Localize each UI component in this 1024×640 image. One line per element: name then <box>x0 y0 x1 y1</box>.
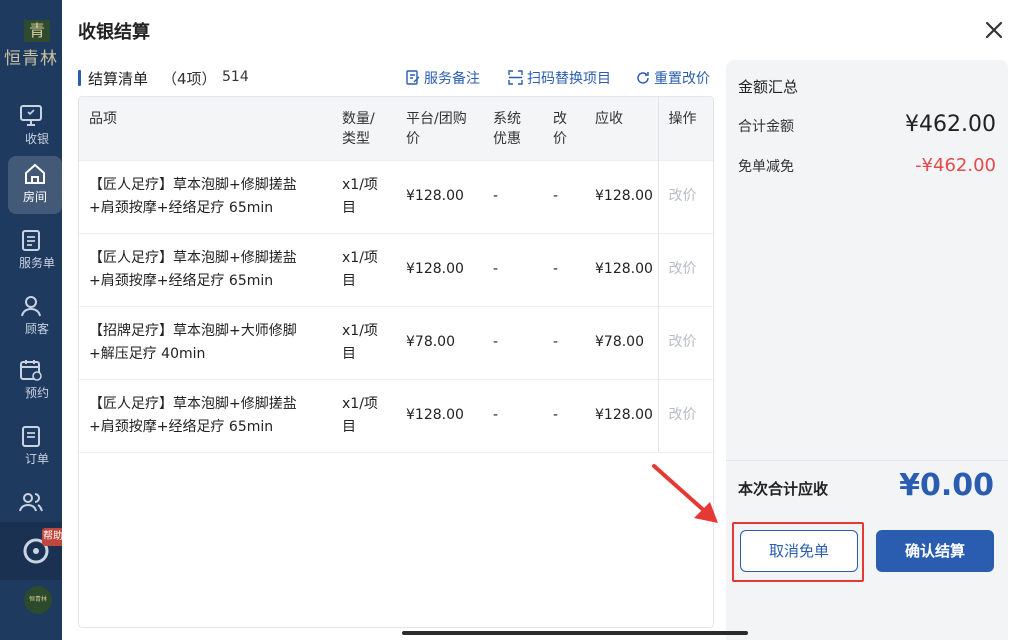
item-name: 【匠人足疗】草本泡脚+修脚搓盐+肩颈按摩+经络足疗 65min <box>79 378 332 453</box>
monitor-icon <box>20 105 42 126</box>
item-receivable: ¥128.00 <box>585 159 658 233</box>
home-indicator <box>402 631 748 635</box>
item-qty: x1/项目 <box>332 159 396 233</box>
app-sidebar: 青 恒青林 收银 房间 服务单 顾客 预约 订单 帮助 恒青林 <box>0 0 64 640</box>
column-header-operation: 操作 <box>657 97 713 160</box>
column-header-system-discount: 系统优惠 <box>483 97 543 160</box>
scan-icon <box>508 70 523 85</box>
amount-due-label: 本次合计应收 <box>738 480 829 498</box>
summary-divider <box>726 460 1008 461</box>
table-row: 【匠人足疗】草本泡脚+修脚搓盐+肩颈按摩+经络足疗 65min x1/项目 ¥1… <box>79 159 713 233</box>
item-system-discount: - <box>483 159 543 233</box>
sidebar-item-label: 服务单 <box>18 256 55 270</box>
table-row: 【匠人足疗】草本泡脚+修脚搓盐+肩颈按摩+经络足疗 65min x1/项目 ¥1… <box>79 378 713 453</box>
item-receivable: ¥128.00 <box>585 232 658 306</box>
modal-title: 收银结算 <box>78 22 150 43</box>
sidebar-item-label: 收银 <box>24 132 49 146</box>
item-adjust: - <box>543 232 585 306</box>
amount-summary-panel: 金额汇总 合计金额 ¥462.00 免单减免 -¥462.00 本次合计应收 ¥… <box>726 60 1008 640</box>
settlement-list-title: 结算清单 <box>88 70 149 88</box>
item-platform-price: ¥128.00 <box>396 159 483 233</box>
settlement-list-header: 结算清单 （4项） 514 服务备注 扫码替换项目 重置改价 <box>78 68 714 88</box>
brand-logo-text: 恒青林 <box>4 49 58 69</box>
item-adjust: - <box>543 159 585 233</box>
sidebar-item-service-orders[interactable]: 服务单 <box>0 222 62 282</box>
column-header-qty-type: 数量/类型 <box>332 97 396 160</box>
sidebar-item-label: 订单 <box>24 452 49 466</box>
calendar-clock-icon <box>20 360 42 381</box>
cancel-waive-button[interactable]: 取消免单 <box>740 530 858 572</box>
close-button[interactable] <box>980 16 1008 44</box>
avatar[interactable]: 恒青林 <box>24 586 52 614</box>
adjust-price-link[interactable]: 改价 <box>657 378 713 453</box>
clipboard-icon <box>22 230 40 251</box>
waive-value: -¥462.00 <box>915 155 996 176</box>
item-system-discount: - <box>483 305 543 379</box>
adjust-price-link[interactable]: 改价 <box>657 232 713 306</box>
table-header-row: 品项 数量/类型 平台/团购价 系统优惠 改价 应收 操作 <box>79 97 713 160</box>
confirm-settlement-button[interactable]: 确认结算 <box>876 530 994 572</box>
document-icon <box>22 426 40 447</box>
brand-logo-mark: 青 <box>24 20 50 42</box>
sidebar-item-customers[interactable]: 顾客 <box>0 288 62 348</box>
checkout-modal: 收银结算 结算清单 （4项） 514 服务备注 扫码替换项目 重置改价 品项 数… <box>62 0 1024 640</box>
service-note-label: 服务备注 <box>424 71 480 87</box>
refresh-icon <box>637 72 649 84</box>
item-platform-price: ¥78.00 <box>396 305 483 379</box>
scan-replace-button[interactable]: 扫码替换项目 <box>508 68 611 88</box>
users-icon <box>19 493 43 512</box>
item-system-discount: - <box>483 232 543 306</box>
home-icon <box>25 163 45 184</box>
settlement-item-count: （4项） <box>162 70 217 88</box>
total-amount-value: ¥462.00 <box>905 112 996 137</box>
section-accent-bar <box>78 70 81 86</box>
item-receivable: ¥128.00 <box>585 378 658 453</box>
sidebar-item-rooms[interactable]: 房间 <box>8 156 62 214</box>
item-platform-price: ¥128.00 <box>396 378 483 453</box>
summary-title: 金额汇总 <box>738 78 799 96</box>
sidebar-item-label: 顾客 <box>24 322 49 336</box>
waive-label: 免单减免 <box>738 159 794 175</box>
close-icon <box>985 21 1003 39</box>
annotation-arrow-icon <box>652 464 718 523</box>
settlement-table[interactable]: 品项 数量/类型 平台/团购价 系统优惠 改价 应收 操作 【匠人足疗】草本泡脚… <box>78 96 714 628</box>
reset-price-label: 重置改价 <box>654 71 710 87</box>
item-name: 【匠人足疗】草本泡脚+修脚搓盐+肩颈按摩+经络足疗 65min <box>79 232 332 306</box>
item-qty: x1/项目 <box>332 305 396 379</box>
adjust-price-link[interactable]: 改价 <box>657 305 713 379</box>
item-adjust: - <box>543 305 585 379</box>
brand-logo: 青 恒青林 <box>0 14 62 70</box>
column-header-item: 品项 <box>79 97 332 160</box>
column-header-adjust: 改价 <box>543 97 585 160</box>
item-system-discount: - <box>483 378 543 453</box>
sidebar-item-staff[interactable] <box>0 484 62 520</box>
user-icon <box>21 296 41 317</box>
edit-note-icon <box>406 70 420 85</box>
table-row: 【匠人足疗】草本泡脚+修脚搓盐+肩颈按摩+经络足疗 65min x1/项目 ¥1… <box>79 232 713 306</box>
item-qty: x1/项目 <box>332 378 396 453</box>
scan-replace-label: 扫码替换项目 <box>527 71 611 87</box>
reset-price-button[interactable]: 重置改价 <box>636 68 710 88</box>
table-row: 【招牌足疗】草本泡脚+大师修脚+解压足疗 40min x1/项目 ¥78.00 … <box>79 305 713 379</box>
amount-due-value: ¥0.00 <box>899 468 994 503</box>
item-qty: x1/项目 <box>332 232 396 306</box>
sidebar-item-cashier[interactable]: 收银 <box>0 98 62 158</box>
adjust-price-link[interactable]: 改价 <box>657 159 713 233</box>
item-name: 【招牌足疗】草本泡脚+大师修脚+解压足疗 40min <box>79 305 332 379</box>
total-amount-label: 合计金额 <box>738 119 794 135</box>
item-name: 【匠人足疗】草本泡脚+修脚搓盐+肩颈按摩+经络足疗 65min <box>79 159 332 233</box>
column-header-platform-price: 平台/团购价 <box>396 97 483 160</box>
sidebar-item-orders[interactable]: 订单 <box>0 418 62 478</box>
sidebar-item-label: 预约 <box>24 386 49 400</box>
service-note-button[interactable]: 服务备注 <box>406 68 480 88</box>
item-receivable: ¥78.00 <box>585 305 658 379</box>
column-header-receivable: 应收 <box>585 97 658 160</box>
sidebar-item-appointments[interactable]: 预约 <box>0 352 62 412</box>
sidebar-item-label: 房间 <box>22 190 47 204</box>
room-code: 514 <box>222 69 249 85</box>
help-badge[interactable]: 帮助 <box>42 528 64 546</box>
item-adjust: - <box>543 378 585 453</box>
item-platform-price: ¥128.00 <box>396 232 483 306</box>
